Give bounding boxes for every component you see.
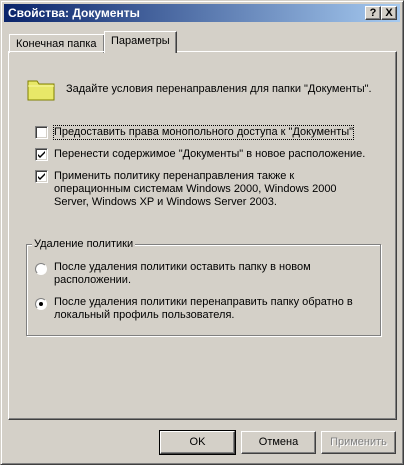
- cancel-button[interactable]: Отмена: [241, 431, 316, 454]
- move-contents-label[interactable]: Перенести содержимое "Документы" в новое…: [54, 148, 365, 161]
- keep-folder-label[interactable]: После удаления политики оставить папку в…: [54, 261, 311, 287]
- apply-legacy-os-checkbox[interactable]: [35, 170, 48, 183]
- redirect-back-radio[interactable]: [35, 298, 47, 310]
- keep-folder-radio[interactable]: [35, 263, 47, 275]
- label-line: Server, Windows XP и Windows Server 2003…: [54, 196, 277, 208]
- folder-icon: [27, 80, 55, 101]
- label-line: операционным системам Windows 2000, Wind…: [54, 183, 337, 195]
- redirect-back-label[interactable]: После удаления политики перенаправить па…: [54, 296, 353, 322]
- policy-removal-title: Удаление политики: [32, 238, 136, 251]
- label-line: расположении.: [54, 274, 131, 286]
- help-button[interactable]: ?: [365, 6, 381, 20]
- checkmark-icon: [38, 173, 45, 180]
- title-bar[interactable]: Свойства: Документы ? X: [4, 4, 400, 22]
- header-text: Задайте условия перенаправления для папк…: [66, 83, 372, 95]
- label-line: После удаления политики оставить папку в…: [54, 261, 311, 273]
- move-contents-checkbox[interactable]: [35, 148, 48, 161]
- label-line: Применить политику перенаправления также…: [54, 170, 295, 182]
- radio-dot: [39, 302, 43, 306]
- label-line: локальный профиль пользователя.: [54, 309, 235, 321]
- window-title: Свойства: Документы: [8, 6, 140, 20]
- properties-dialog: Свойства: Документы ? X Конечная папка П…: [0, 0, 404, 465]
- checkmark-icon: [38, 151, 45, 158]
- ok-button[interactable]: OK: [159, 430, 236, 455]
- label-line: После удаления политики перенаправить па…: [54, 296, 353, 308]
- tab-settings[interactable]: Параметры: [104, 31, 177, 53]
- exclusive-rights-checkbox[interactable]: [35, 126, 48, 139]
- apply-button[interactable]: Применить: [321, 431, 396, 454]
- close-button[interactable]: X: [381, 6, 397, 20]
- exclusive-rights-label[interactable]: Предоставить права монопольного доступа …: [52, 125, 355, 140]
- tab-label: Конечная папка: [16, 38, 97, 50]
- tab-label: Параметры: [111, 35, 170, 47]
- apply-legacy-os-label[interactable]: Применить политику перенаправления также…: [54, 170, 337, 209]
- policy-removal-group: [26, 244, 381, 336]
- settings-panel: [8, 51, 397, 420]
